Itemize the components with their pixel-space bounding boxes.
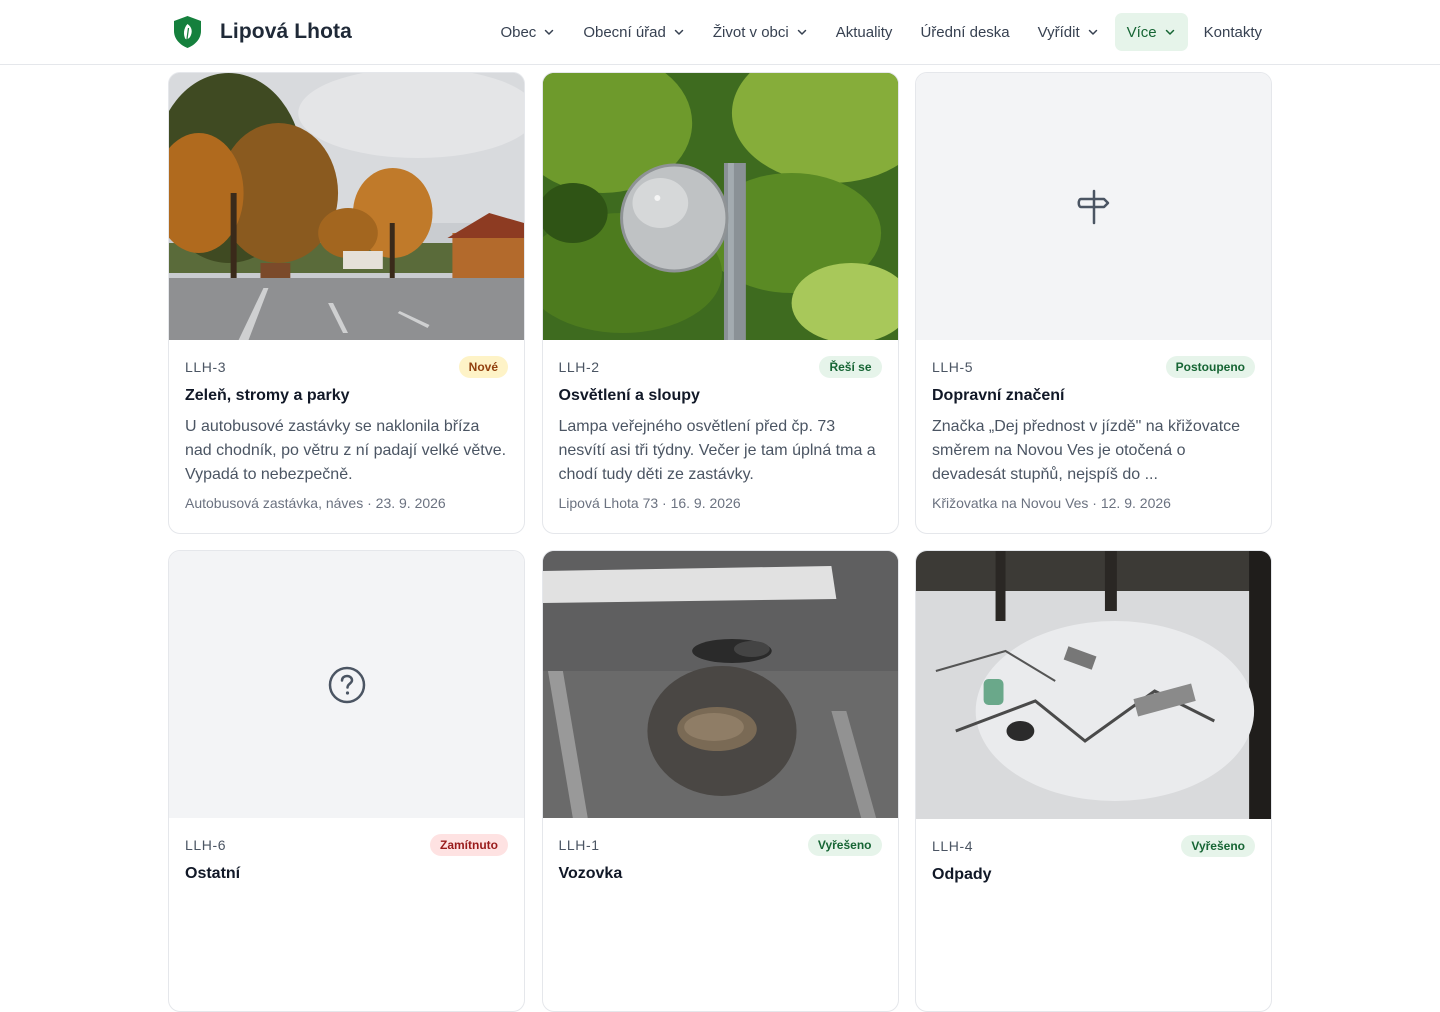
issue-description: Lampa veřejného osvětlení před čp. 73 ne… <box>558 418 876 483</box>
issue-id: LLH-1 <box>558 837 600 853</box>
issue-category: Odpady <box>932 866 992 883</box>
nav-item-vyridit[interactable]: Vyřídit <box>1026 13 1111 51</box>
issue-description: U autobusové zastávky se naklonila bříza… <box>185 418 507 483</box>
chevron-down-icon <box>1088 29 1097 35</box>
chevron-down-icon <box>1165 29 1174 35</box>
shield-leaf-icon <box>174 16 201 48</box>
issue-meta: Lipová Lhota 73 · 16. 9. 2026 <box>558 495 741 511</box>
issue-card[interactable]: LLH-6 Zamítnuto Ostatní <box>168 550 525 1012</box>
nav-item-obec[interactable]: Obec <box>488 13 567 51</box>
question-icon <box>328 666 365 703</box>
status-badge: Nové <box>458 356 508 378</box>
issue-id: LLH-3 <box>185 359 227 375</box>
nav-item-aktuality[interactable]: Aktuality <box>824 13 905 51</box>
nav-item-label: Vyřídit <box>1037 23 1080 41</box>
status-badge: Zamítnuto <box>430 834 508 856</box>
issue-meta: Autobusová zastávka, náves · 23. 9. 2026 <box>185 495 446 511</box>
site-name: Lipová Lhota <box>220 20 352 43</box>
snow-waste-photo <box>916 551 1271 819</box>
pothole-photo <box>542 551 898 818</box>
issue-category: Vozovka <box>558 865 623 882</box>
issue-category: Zeleň, stromy a parky <box>185 387 350 404</box>
issue-media-placeholder <box>916 73 1271 340</box>
issue-card[interactable]: LLH-1 Vyřešeno Vozovka <box>541 550 899 1012</box>
chevron-down-icon <box>545 29 554 35</box>
status-badge: Postoupeno <box>1165 356 1255 378</box>
issue-id: LLH-4 <box>932 838 974 854</box>
issue-category: Ostatní <box>185 865 241 882</box>
issue-category: Dopravní značení <box>932 387 1065 404</box>
issue-card[interactable]: LLH-5 Postoupeno Dopravní značení Značka… <box>915 72 1272 534</box>
street-lamp-photo <box>542 73 898 340</box>
issue-photo <box>542 73 898 340</box>
issue-card[interactable]: LLH-2 Řeší se Osvětlení a sloupy Lampa v… <box>541 72 899 534</box>
nav-item-label: Obec <box>500 23 537 41</box>
issue-grid: LLH-3 Nové Zeleň, stromy a parky U autob… <box>168 72 1272 1012</box>
nav-item-zivot-v-obci[interactable]: Život v obci <box>701 13 820 51</box>
nav-item-label: Více <box>1126 23 1157 41</box>
issue-photo <box>916 551 1271 819</box>
nav-item-label: Obecní úřad <box>583 23 666 41</box>
issue-photo <box>542 551 898 818</box>
issue-id: LLH-5 <box>932 359 974 375</box>
nav-item-label: Kontakty <box>1203 23 1262 41</box>
issue-category: Osvětlení a sloupy <box>558 387 700 404</box>
issue-description: Značka „Dej přednost v jízdě" na křižova… <box>932 418 1241 483</box>
status-badge: Vyřešeno <box>807 834 882 856</box>
nav-item-kontakty[interactable]: Kontakty <box>1192 13 1274 51</box>
issue-photo <box>169 73 524 340</box>
issue-media-placeholder <box>169 551 524 818</box>
main-nav: Obec Obecní úřad Život v obci Aktuality … <box>484 13 1274 51</box>
nav-item-vice[interactable]: Více <box>1114 13 1188 51</box>
status-badge: Řeší se <box>819 356 882 378</box>
issue-meta: Křižovatka na Novou Ves · 12. 9. 2026 <box>932 495 1171 511</box>
nav-item-label: Aktuality <box>835 23 893 41</box>
nav-item-uredni-deska[interactable]: Úřední deska <box>908 13 1021 51</box>
site-logo[interactable]: Lipová Lhota <box>172 15 352 49</box>
chevron-down-icon <box>674 29 684 35</box>
autumn-square-photo <box>169 73 524 340</box>
issue-id: LLH-6 <box>185 837 227 853</box>
signpost-icon <box>1077 189 1109 224</box>
site-header: Lipová Lhota Obec Obecní úřad Život v ob… <box>0 0 1440 65</box>
chevron-down-icon <box>797 29 806 35</box>
nav-item-label: Úřední deska <box>920 23 1010 41</box>
status-badge: Vyřešeno <box>1181 835 1255 857</box>
issue-id: LLH-2 <box>558 359 600 375</box>
issue-card[interactable]: LLH-3 Nové Zeleň, stromy a parky U autob… <box>168 72 525 534</box>
nav-item-obecni-urad[interactable]: Obecní úřad <box>571 13 697 51</box>
nav-item-label: Život v obci <box>712 23 789 41</box>
issue-card[interactable]: LLH-4 Vyřešeno Odpady <box>915 550 1272 1012</box>
